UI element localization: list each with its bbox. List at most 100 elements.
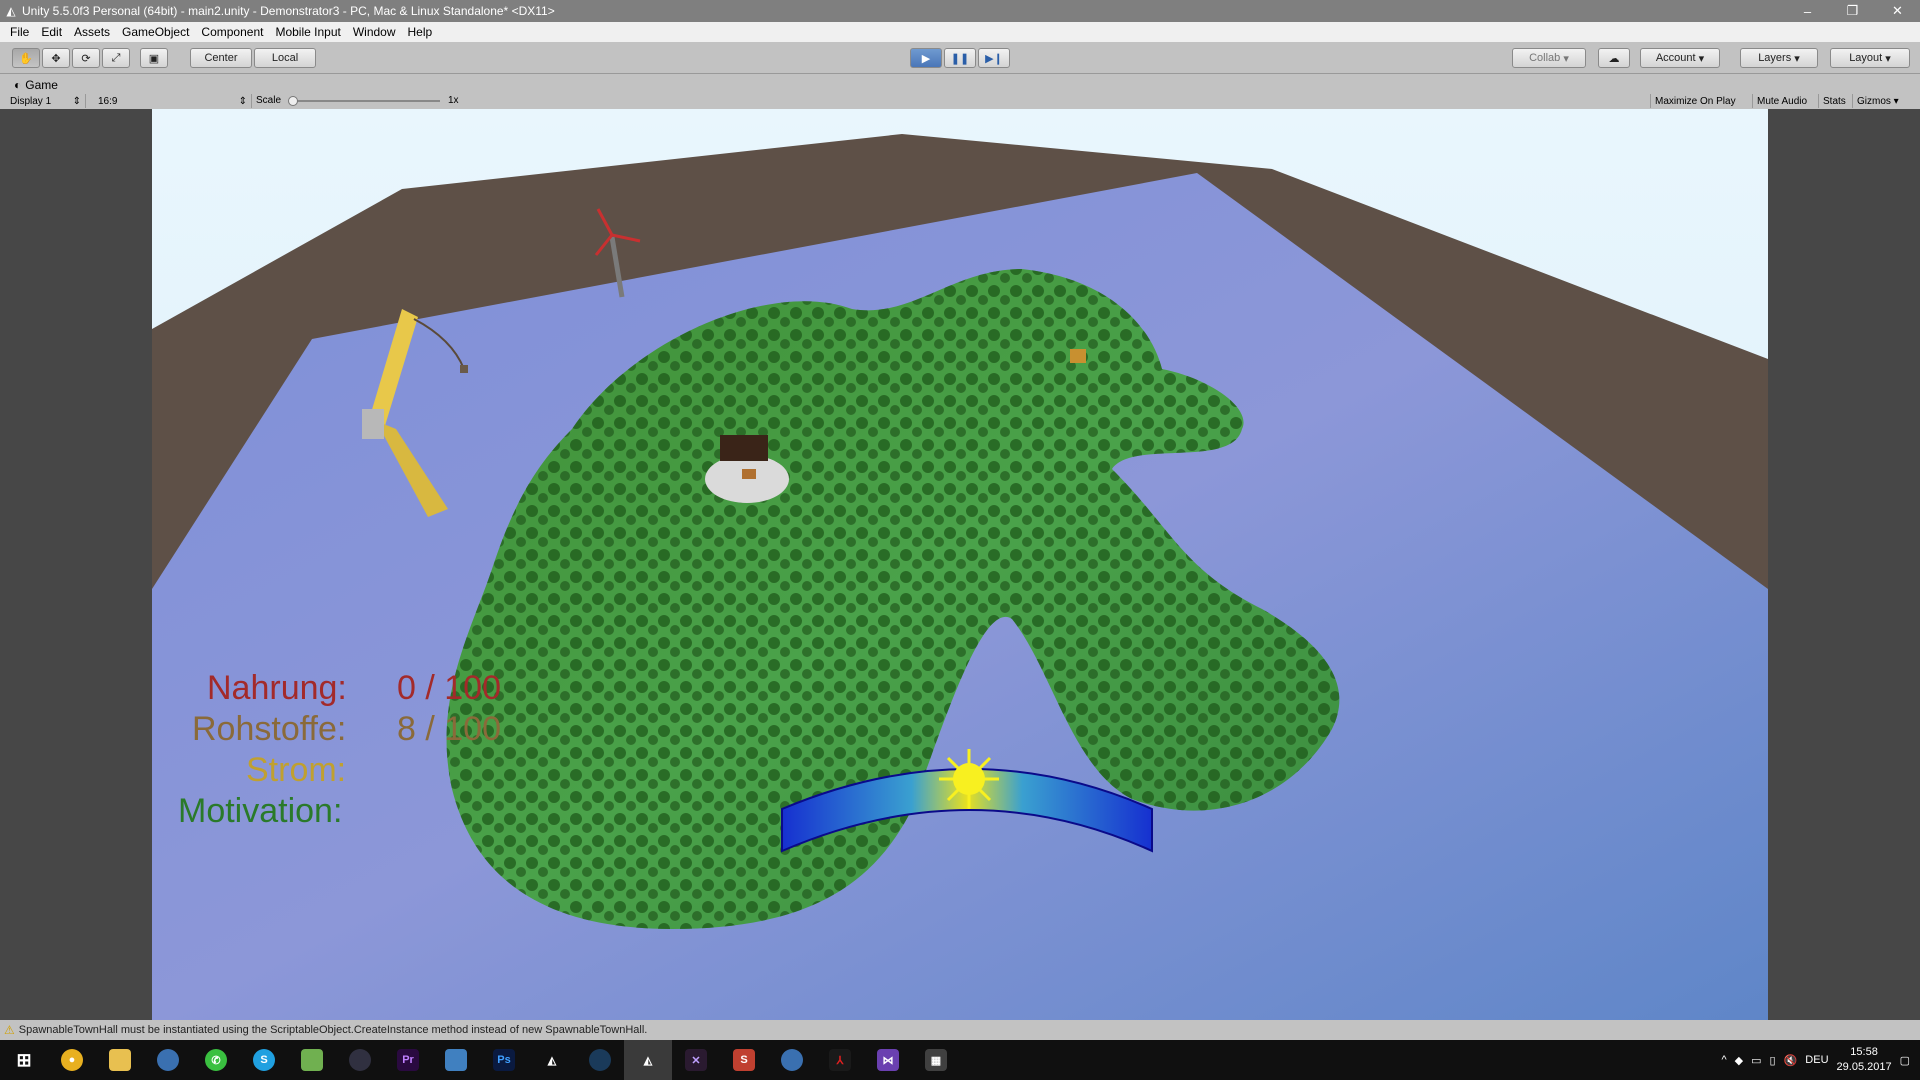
menu-help[interactable]: Help (402, 22, 439, 42)
menu-file[interactable]: File (4, 22, 35, 42)
space-label: Local (271, 52, 299, 64)
layout-label: Layout (1849, 52, 1883, 64)
calculator-icon[interactable]: ▦ (912, 1040, 960, 1080)
game-tab-icon: ◐ (14, 78, 22, 92)
stats-toggle[interactable]: Stats (1818, 94, 1850, 108)
collab-button[interactable]: Collab ▾ (1512, 48, 1586, 68)
dropbox-icon[interactable]: ◆ (1735, 1054, 1743, 1067)
sun-icon (939, 749, 999, 809)
pivot-local-button[interactable]: Local (254, 48, 316, 68)
battery-icon[interactable]: ▯ (1770, 1054, 1776, 1067)
menu-bar: File Edit Assets GameObject Component Mo… (0, 22, 1920, 42)
close-icon[interactable]: ✕ (1875, 0, 1920, 22)
display-label: Display 1 (10, 95, 52, 107)
console-message: SpawnableTownHall must be instantiated u… (18, 1024, 648, 1036)
cloud-icon[interactable]: ☁ (1598, 48, 1630, 68)
maximize-on-play-toggle[interactable]: Maximize On Play (1650, 94, 1740, 108)
clock-date: 29.05.2017 (1836, 1061, 1892, 1073)
aspect-select[interactable]: 16:9 ⇕ (92, 94, 252, 108)
game-viewport[interactable]: Nahrung: 0 / 100 Rohstoffe: 8 / 100 Stro… (152, 109, 1768, 1020)
pivot-label: Center (204, 52, 238, 64)
layout-dropdown[interactable]: Layout ▾ (1830, 48, 1910, 68)
rect-tool-icon[interactable]: ▣ (140, 48, 168, 68)
paint-icon[interactable] (432, 1040, 480, 1080)
move-tool-icon[interactable]: ✥ (42, 48, 70, 68)
minimize-icon[interactable]: – (1785, 0, 1830, 22)
gizmos-dropdown[interactable]: Gizmos ▾ (1852, 94, 1903, 108)
maximize-label: Maximize On Play (1655, 95, 1736, 107)
gizmos-label: Gizmos (1857, 95, 1891, 107)
notepad-icon[interactable] (288, 1040, 336, 1080)
menu-mobile-input[interactable]: Mobile Input (269, 22, 346, 42)
mute-audio-toggle[interactable]: Mute Audio (1752, 94, 1811, 108)
windows-icon[interactable]: ⊞ (0, 1040, 48, 1080)
chrome-icon[interactable]: ● (48, 1040, 96, 1080)
resources-label: Rohstoffe: (192, 710, 347, 748)
thunderbird-icon[interactable] (144, 1040, 192, 1080)
chevron-up-icon[interactable]: ^ (1721, 1054, 1726, 1066)
collab-label: Collab (1529, 52, 1561, 64)
motivation-label: Motivation: (178, 792, 343, 830)
game-tab[interactable]: ◐ Game (4, 77, 68, 93)
small-hut (1070, 349, 1086, 363)
crane-hook (460, 365, 468, 373)
display-select[interactable]: Display 1 ⇕ (4, 94, 86, 108)
account-label: Account (1655, 52, 1696, 64)
acrobat-icon[interactable]: ⅄ (816, 1040, 864, 1080)
menu-assets[interactable]: Assets (68, 22, 116, 42)
language-indicator[interactable]: DEU (1805, 1054, 1828, 1066)
sketch-icon[interactable]: S (720, 1040, 768, 1080)
game-view-header: ◐ Game Display 1 ⇕ 16:9 ⇕ Scale 1x Maximiz… (0, 75, 1920, 109)
photoshop-icon[interactable]: Ps (480, 1040, 528, 1080)
whatsapp-icon[interactable]: ✆ (192, 1040, 240, 1080)
windows-taskbar: ⊞ ● ✆ S Pr Ps ◭ ◭ ✕ S ⅄ ⋈ ▦ ^ ◆ ▭ ▯ 🔇 DE… (0, 1040, 1920, 1080)
console-status-bar[interactable]: ⚠ SpawnableTownHall must be instantiated… (0, 1020, 1920, 1040)
step-button[interactable]: ▶❙ (978, 48, 1010, 68)
menu-component[interactable]: Component (195, 22, 269, 42)
resources-value: 8 / 100 (397, 710, 501, 748)
menu-gameobject[interactable]: GameObject (116, 22, 195, 42)
food-label: Nahrung: (207, 669, 347, 707)
layers-label: Layers (1758, 52, 1792, 64)
clock[interactable]: 15:58 29.05.2017 (1837, 1045, 1892, 1075)
toolbar: ✋ ✥ ⟳ ⤢ ▣ Center Local ▶ ❚❚ ▶❙ Collab ▾ … (0, 42, 1920, 74)
steam-icon[interactable] (576, 1040, 624, 1080)
pause-button[interactable]: ❚❚ (944, 48, 976, 68)
menu-window[interactable]: Window (347, 22, 402, 42)
unity-active-icon[interactable]: ◭ (624, 1040, 672, 1080)
menu-edit[interactable]: Edit (35, 22, 68, 42)
window-controls: – ❐ ✕ (1785, 0, 1920, 22)
rotate-tool-icon[interactable]: ⟳ (72, 48, 100, 68)
layers-dropdown[interactable]: Layers ▾ (1740, 48, 1818, 68)
account-dropdown[interactable]: Account ▾ (1640, 48, 1720, 68)
explorer-icon[interactable] (96, 1040, 144, 1080)
visualstudio-icon[interactable]: ⋈ (864, 1040, 912, 1080)
restore-icon[interactable]: ❐ (1830, 0, 1875, 22)
crane-cab (362, 409, 384, 439)
scale-slider-handle[interactable] (288, 96, 298, 106)
pivot-center-button[interactable]: Center (190, 48, 252, 68)
network-icon[interactable]: ▭ (1751, 1054, 1761, 1067)
storage-crate (742, 469, 756, 479)
game-tab-label: Game (25, 78, 58, 92)
notification-icon[interactable]: ▢ (1900, 1054, 1910, 1067)
skype-icon[interactable]: S (240, 1040, 288, 1080)
scale-slider[interactable] (288, 96, 440, 106)
unity-logo-icon: ◭ (6, 4, 16, 18)
volume-muted-icon[interactable]: 🔇 (1784, 1054, 1798, 1067)
play-button[interactable]: ▶ (910, 48, 942, 68)
hand-tool-icon[interactable]: ✋ (12, 48, 40, 68)
scene-render (152, 109, 1768, 1020)
obs-icon[interactable] (336, 1040, 384, 1080)
unity-icon[interactable]: ◭ (528, 1040, 576, 1080)
blender-icon[interactable]: ✕ (672, 1040, 720, 1080)
mute-label: Mute Audio (1757, 95, 1808, 107)
clock-time: 15:58 (1850, 1046, 1878, 1058)
window-title: Unity 5.5.0f3 Personal (64bit) - main2.u… (22, 4, 555, 18)
premiere-icon[interactable]: Pr (384, 1040, 432, 1080)
scale-tool-icon[interactable]: ⤢ (102, 48, 130, 68)
thunderbird2-icon[interactable] (768, 1040, 816, 1080)
scale-label: Scale (256, 95, 282, 106)
power-label: Strom: (246, 751, 347, 789)
title-bar: ◭ Unity 5.5.0f3 Personal (64bit) - main2… (0, 0, 1920, 22)
